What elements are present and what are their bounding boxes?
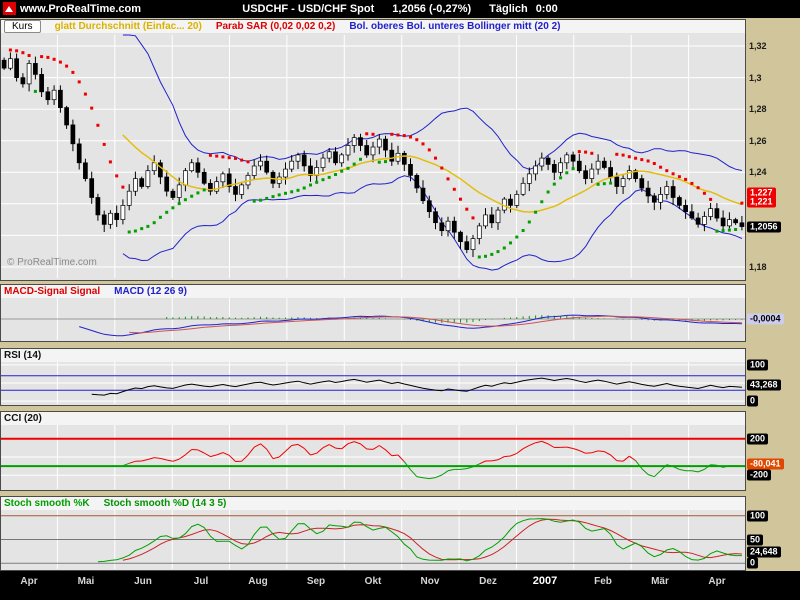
legend-parabolic-sar[interactable]: Parab SAR (0,02 0,02 0,2) [216,21,336,32]
stoch-value-box: 24,648 [747,547,781,558]
price-legend: Kurs glatt Durchschnitt (Einfac... 20) P… [1,20,745,33]
macd-legend: MACD-Signal Signal MACD (12 26 9) [1,285,745,298]
cci-panel[interactable]: CCI (20) [0,411,746,491]
rsi-value-box: 43,268 [747,380,781,391]
price-axis-tick: 1,32 [749,41,767,51]
legend-stoch-d[interactable]: Stoch smooth %D (14 3 5) [104,498,227,509]
price-chart-panel[interactable]: Kurs glatt Durchschnitt (Einfac... 20) P… [0,19,746,281]
stoch-legend: Stoch smooth %K Stoch smooth %D (14 3 5) [1,497,745,510]
cci-legend: CCI (20) [1,412,745,425]
price-axis-tick: 1,26 [749,136,767,146]
timeframe-label: Täglich [489,3,528,15]
rsi-legend: RSI (14) [1,349,745,362]
time-axis-label: Sep [307,576,325,587]
price-value-box: 1,227 [747,188,776,199]
window-title: USDCHF - USD/CHF Spot 1,2056 (-0,27%) Tägl… [0,3,800,15]
cci-axis-tick: 200 [747,434,768,445]
legend-moving-average[interactable]: glatt Durchschnitt (Einfac... 20) [55,21,202,32]
time-axis-label: Mär [651,576,669,587]
legend-macd[interactable]: MACD (12 26 9) [114,286,187,297]
legend-stoch-k[interactable]: Stoch smooth %K [4,498,90,509]
kurs-tab[interactable]: Kurs [4,20,41,33]
price-value-box: 1,2056 [747,222,781,233]
time-axis-label: 2007 [533,575,557,587]
prorealtime-window: www.ProRealTime.com USDCHF - USD/CHF Spo… [0,0,800,600]
time-axis-label: Jun [134,576,152,587]
stoch-axis-tick: 100 [747,511,768,522]
rsi-panel[interactable]: RSI (14) [0,348,746,406]
macd-panel[interactable]: MACD-Signal Signal MACD (12 26 9) [0,284,746,342]
price-axis-tick: 1,3 [749,73,762,83]
time-axis-label: Nov [421,576,440,587]
rsi-axis-tick: 0 [747,396,758,407]
price-value-box: 1,221 [747,197,776,208]
macd-value-box: -0,0004 [747,314,784,325]
legend-bollinger[interactable]: Bol. oberes Bol. unteres Bollinger mitt … [349,21,560,32]
legend-macd-signal[interactable]: MACD-Signal Signal [4,286,100,297]
time-axis-label: Mai [78,576,95,587]
time-axis-label: Apr [708,576,725,587]
price-axis-tick: 1,24 [749,167,767,177]
time-axis-label: Jul [194,576,208,587]
instrument-name: USDCHF - USD/CHF Spot [242,3,374,15]
price-axis-tick: 1,18 [749,262,767,272]
legend-rsi[interactable]: RSI (14) [4,350,41,361]
time-axis-label: Feb [594,576,612,587]
time-axis-label: Dez [479,576,497,587]
price-axis-tick: 1,28 [749,104,767,114]
stoch-axis-tick: 50 [747,535,763,546]
watermark: © ProRealTime.com [7,257,97,268]
time-axis-label: Okt [365,576,382,587]
time-axis-label: Aug [248,576,267,587]
legend-cci[interactable]: CCI (20) [4,413,42,424]
time-axis-label: Apr [20,576,37,587]
cci-axis-tick: -200 [747,470,771,481]
stoch-axis-tick: 0 [747,558,758,569]
title-bar: www.ProRealTime.com USDCHF - USD/CHF Spo… [0,0,800,18]
last-price-text: 1,2056 (-0,27%) [392,3,471,15]
session-time: 0:00 [536,3,558,15]
time-axis: Apr Mai Jun Jul Aug Sep Okt Nov Dez 2007 Feb Mär Apr [0,571,800,600]
cci-value-box: -80,041 [747,459,784,470]
rsi-axis-tick: 100 [747,360,768,371]
stochastic-panel[interactable]: Stoch smooth %K Stoch smooth %D (14 3 5) [0,496,746,571]
